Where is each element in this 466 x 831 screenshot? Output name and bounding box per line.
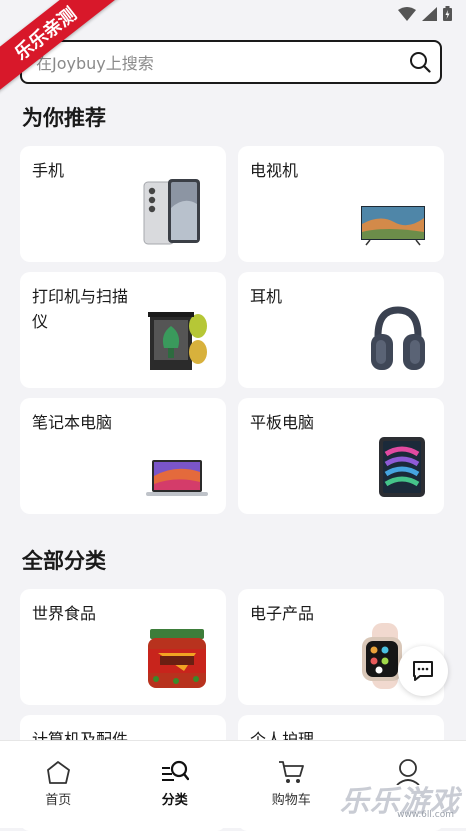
nav-label: 分类 [162,789,188,808]
card-label: 笔记本电脑 [32,410,142,435]
recommend-title: 为你推荐 [22,102,106,132]
card-label: 电视机 [250,158,360,183]
tablet-icon [378,436,426,498]
nav-label: 购物车 [272,789,311,808]
nav-label: 首页 [45,789,71,808]
nav-item-category[interactable]: 分类 [117,741,234,819]
tv-icon [360,202,426,246]
home-icon [44,759,72,785]
recommend-card-phone[interactable]: 手机 [20,146,226,262]
phone-icon [138,178,208,246]
recommend-card-laptop[interactable]: 笔记本电脑 [20,398,226,514]
recommend-card-headphones[interactable]: 耳机 [238,272,444,388]
card-label: 打印机与扫描仪 [32,284,142,334]
search-bar[interactable]: 在Joybuy上搜索 [20,40,442,84]
card-label: 耳机 [250,284,360,309]
category-search-icon [161,759,189,785]
salsa-jar-icon [146,629,208,689]
cart-icon [277,759,305,785]
nav-item-cart[interactable]: 购物车 [233,741,350,819]
recommend-card-printer[interactable]: 打印机与扫描仪 [20,272,226,388]
laptop-icon [146,458,208,498]
site-watermark-url: www.6ll.com [397,810,454,820]
category-card-world-food[interactable]: 世界食品 [20,589,226,705]
battery-icon [443,6,452,21]
card-label: 世界食品 [32,601,142,626]
status-icons [398,6,452,21]
card-label: 平板电脑 [250,410,360,435]
search-input[interactable]: 在Joybuy上搜索 [22,50,400,74]
nav-item-home[interactable]: 首页 [0,741,117,819]
signal-icon [422,7,437,21]
wifi-icon [398,7,416,21]
categories-title: 全部分类 [22,545,106,575]
card-label: 电子产品 [250,601,360,626]
headphones-icon [370,306,426,372]
search-icon[interactable] [400,51,440,73]
recommend-card-tv[interactable]: 电视机 [238,146,444,262]
recommend-card-tablet[interactable]: 平板电脑 [238,398,444,514]
card-label: 手机 [32,158,142,183]
feedback-button[interactable] [398,646,448,696]
printer-icon [148,304,208,372]
message-icon [411,659,435,683]
